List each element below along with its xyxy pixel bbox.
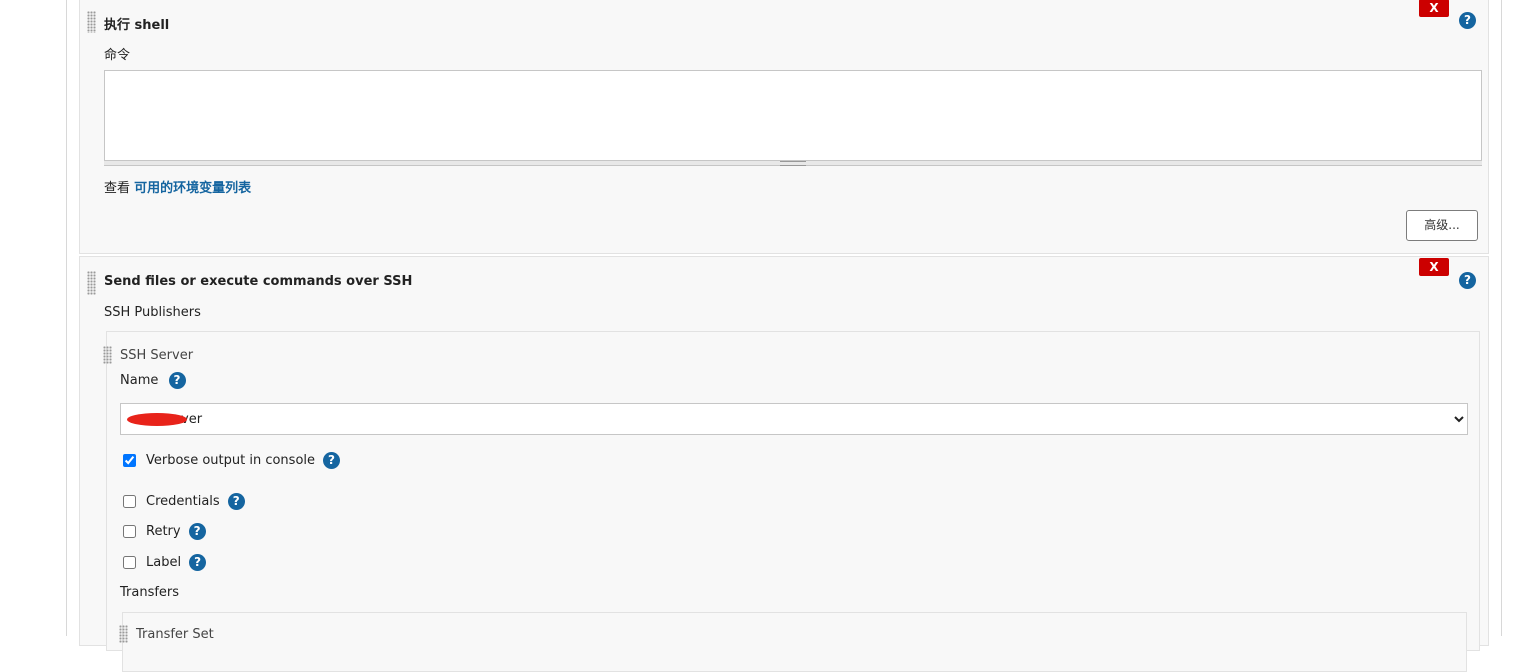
help-icon[interactable]: ?: [323, 452, 341, 469]
delete-shell-step-button[interactable]: X: [1419, 0, 1449, 17]
verbose-checkbox[interactable]: [123, 454, 136, 467]
credentials-label: Credentials: [146, 494, 220, 509]
help-icon[interactable]: ?: [227, 493, 245, 510]
label-checkbox-row[interactable]: Label ?: [123, 554, 207, 571]
ssh-step-panel: Send files or execute commands over SSH …: [79, 256, 1489, 672]
retry-checkbox[interactable]: [123, 525, 136, 538]
drag-handle-icon[interactable]: [87, 271, 96, 295]
drag-handle-icon[interactable]: [119, 625, 128, 643]
server-name-select[interactable]: ver: [120, 403, 1468, 435]
env-vars-prefix: 查看: [104, 181, 135, 196]
help-icon[interactable]: ?: [189, 554, 207, 571]
drag-handle-icon[interactable]: [87, 11, 96, 33]
help-icon[interactable]: ?: [1459, 12, 1476, 29]
retry-checkbox-row[interactable]: Retry ?: [123, 523, 206, 540]
transfer-set-label: Transfer Set: [136, 627, 214, 642]
transfers-label: Transfers: [120, 585, 180, 600]
verbose-label: Verbose output in console: [146, 453, 316, 468]
command-label: 命令: [104, 48, 131, 63]
ssh-step-title: Send files or execute commands over SSH: [104, 274, 413, 289]
label-label: Label: [146, 555, 182, 570]
shell-step-panel: 执行 shell X ? 命令 查看 可用的环境变量列表 高级...: [79, 0, 1489, 254]
advanced-button[interactable]: 高级...: [1406, 210, 1478, 241]
resize-grip-icon: [780, 161, 806, 166]
drag-handle-icon[interactable]: [103, 346, 112, 364]
retry-label: Retry: [146, 524, 181, 539]
ssh-server-label: SSH Server: [120, 348, 194, 363]
redaction-mark: [127, 413, 187, 426]
transfer-set-panel: Transfer Set: [119, 612, 1467, 672]
label-checkbox[interactable]: [123, 556, 136, 569]
ssh-server-panel: SSH Server Name ? ver Verbose output in …: [103, 331, 1480, 672]
env-vars-link[interactable]: 可用的环境变量列表: [134, 181, 251, 196]
credentials-checkbox[interactable]: [123, 495, 136, 508]
verbose-checkbox-row[interactable]: Verbose output in console ?: [123, 452, 341, 469]
command-textarea[interactable]: [104, 70, 1482, 161]
help-icon[interactable]: ?: [1459, 272, 1476, 289]
name-field-label: Name ?: [120, 372, 186, 389]
ssh-publishers-label: SSH Publishers: [104, 305, 201, 320]
help-icon[interactable]: ?: [168, 372, 186, 389]
delete-ssh-step-button[interactable]: X: [1419, 258, 1449, 276]
credentials-checkbox-row[interactable]: Credentials ?: [123, 493, 245, 510]
right-rail: [1501, 0, 1502, 636]
help-icon[interactable]: ?: [188, 523, 206, 540]
name-label-text: Name: [120, 373, 159, 388]
left-rail: [66, 0, 67, 636]
textarea-resize-grip[interactable]: [104, 160, 1482, 166]
env-vars-line: 查看 可用的环境变量列表: [104, 177, 251, 196]
shell-step-title: 执行 shell: [104, 18, 170, 33]
